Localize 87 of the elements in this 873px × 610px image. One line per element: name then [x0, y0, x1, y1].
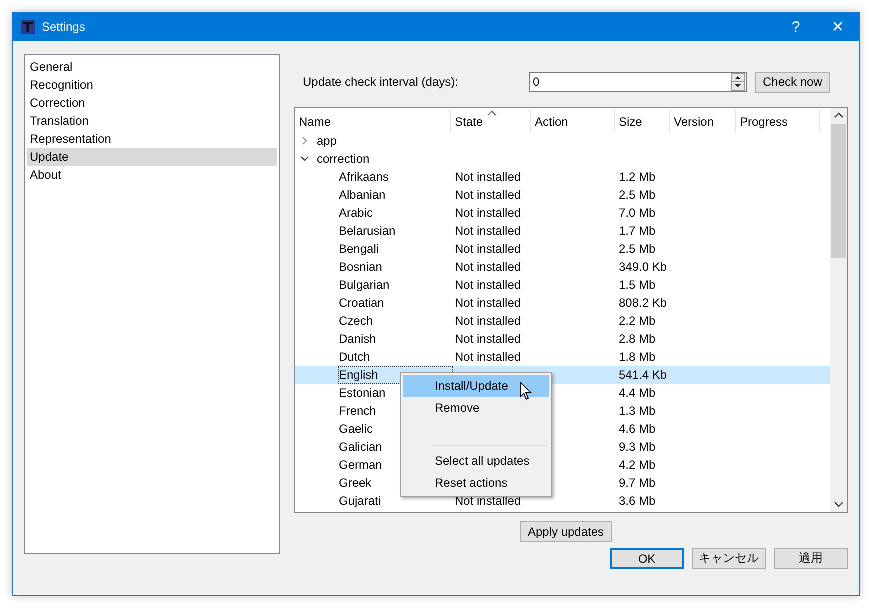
dialog-button[interactable]: 適用 [774, 548, 848, 569]
tree-cell[interactable]: Belarusian [338, 222, 397, 240]
column-header[interactable]: State [451, 110, 531, 132]
sort-indicator-icon [487, 110, 497, 116]
dialog-button[interactable]: OK [610, 548, 684, 569]
menu-item[interactable]: Reset actions [403, 472, 549, 494]
sidebar-item[interactable]: Representation [27, 130, 277, 148]
tree-cell: 1.2 Mb [619, 170, 656, 184]
tree-cell[interactable]: Albanian [338, 186, 387, 204]
tree-cell: 1.5 Mb [619, 278, 656, 292]
tree-cell: Not installed [455, 278, 522, 292]
sidebar-item[interactable]: Update [27, 148, 277, 166]
tree-cell: 4.6 Mb [619, 422, 656, 436]
check-now-button[interactable]: Check now [755, 72, 830, 92]
sidebar-item[interactable]: Translation [27, 112, 277, 130]
tree-cell: Not installed [455, 314, 522, 328]
chevron-down-icon[interactable] [301, 155, 309, 163]
column-header[interactable]: Action [531, 110, 615, 132]
menu-item[interactable]: Select all updates [403, 450, 549, 472]
tree-cell: Not installed [455, 260, 522, 274]
sidebar-item[interactable]: General [27, 58, 277, 76]
tree-cell: 2.5 Mb [619, 188, 656, 202]
tree-cell: 808.2 Kb [619, 296, 668, 310]
tree-cell: 1.7 Mb [619, 224, 656, 238]
spin-arrows-icon[interactable] [731, 73, 745, 91]
tree-cell: 4.2 Mb [619, 458, 656, 472]
tree-cell[interactable]: Bosnian [338, 258, 384, 276]
tree-cell[interactable]: Czech [338, 312, 374, 330]
tree-cell[interactable]: Croatian [338, 294, 386, 312]
tree-node[interactable]: correction [317, 152, 370, 166]
column-header[interactable]: Version [670, 110, 736, 132]
sidebar-item[interactable]: About [27, 166, 277, 184]
chevron-right-icon[interactable] [301, 137, 309, 145]
scroll-up-icon[interactable] [834, 112, 844, 118]
menu-item[interactable]: Install/Update [403, 375, 549, 397]
tree-cell[interactable]: Dutch [338, 348, 372, 366]
column-header[interactable]: Name [295, 110, 451, 132]
help-button[interactable]: ? [775, 13, 817, 41]
tree-cell[interactable]: Afrikaans [338, 168, 390, 186]
tree-cell[interactable]: Bulgarian [338, 276, 391, 294]
tree-cell: Not installed [455, 188, 522, 202]
column-header[interactable]: Size [615, 110, 670, 132]
tree-cell[interactable]: Greek [338, 474, 373, 492]
tree-cell[interactable]: Gujarati [338, 492, 382, 510]
tree-node[interactable]: app [317, 134, 338, 148]
app-icon [21, 20, 35, 34]
tree-cell: Not installed [455, 242, 522, 256]
dialog-button[interactable]: キャンセル [692, 548, 766, 569]
close-button[interactable]: ✕ [817, 13, 859, 41]
menu-item[interactable]: Remove [403, 397, 549, 419]
tree-cell[interactable]: Gaelic [338, 420, 374, 438]
tree-cell[interactable]: Galician [338, 438, 384, 456]
tree-cell[interactable]: Estonian [338, 384, 387, 402]
window-title: Settings [42, 20, 86, 34]
tree-cell[interactable]: French [338, 402, 378, 420]
tree-cell: 9.3 Mb [619, 440, 656, 454]
scrollbar[interactable] [830, 108, 847, 512]
sidebar-item[interactable]: Correction [27, 94, 277, 112]
tree-cell: 4.4 Mb [619, 386, 656, 400]
tree-cell: 2.5 Mb [619, 242, 656, 256]
tree-cell[interactable]: Arabic [338, 204, 374, 222]
sidebar-item[interactable]: Recognition [27, 76, 277, 94]
interval-label: Update check interval (days): [303, 75, 460, 89]
tree-cell: Not installed [455, 206, 522, 220]
tree-cell: 2.2 Mb [619, 314, 656, 328]
mouse-pointer-icon [520, 382, 532, 401]
tree-cell: 9.7 Mb [619, 476, 656, 490]
tree-cell: 1.3 Mb [619, 404, 656, 418]
column-header[interactable]: Progress [736, 110, 820, 132]
tree-cell: 2.8 Mb [619, 332, 656, 346]
tree-cell: Not installed [455, 224, 522, 238]
apply-updates-button[interactable]: Apply updates [520, 521, 612, 542]
tree-cell: Not installed [455, 170, 522, 184]
tree-cell: 3.6 Mb [619, 494, 656, 508]
tree-cell[interactable]: Danish [338, 330, 378, 348]
tree-cell: Not installed [455, 350, 522, 364]
tree-cell: 349.0 Kb [619, 260, 668, 274]
scroll-down-icon[interactable] [834, 502, 844, 508]
tree-cell[interactable]: German [338, 456, 384, 474]
tree-cell: Not installed [455, 332, 522, 346]
tree-cell: 1.8 Mb [619, 350, 656, 364]
tree-cell: 7.0 Mb [619, 206, 656, 220]
tree-cell: Not installed [455, 494, 522, 508]
interval-spinbox[interactable]: 0 [529, 72, 747, 92]
tree-cell: Not installed [455, 296, 522, 310]
tree-cell[interactable]: Bengali [338, 240, 380, 258]
tree-cell: 541.4 Kb [619, 368, 668, 382]
